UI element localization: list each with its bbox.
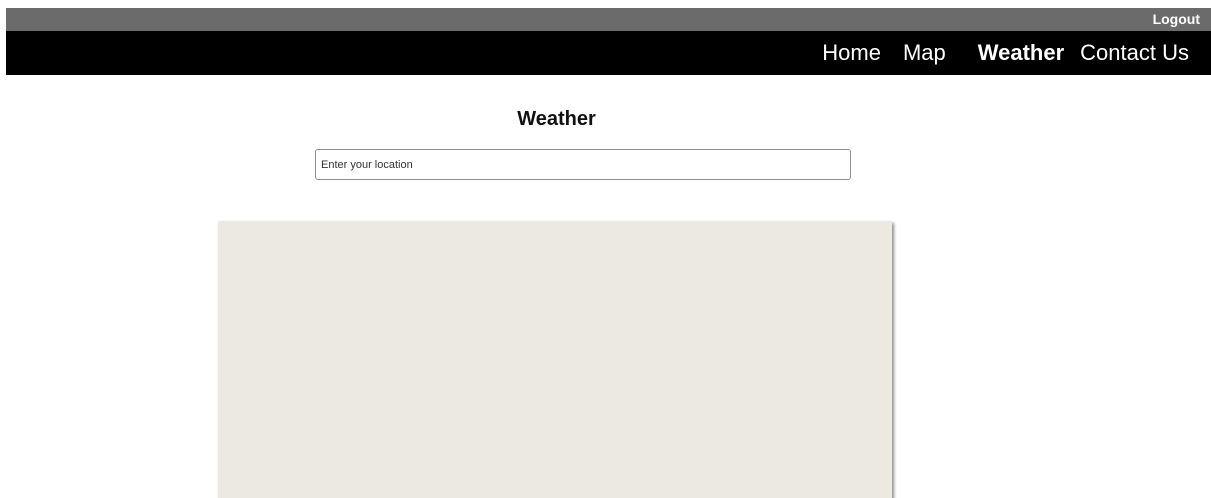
nav-home-link[interactable]: Home bbox=[822, 40, 881, 66]
logout-link[interactable]: Logout bbox=[1153, 11, 1200, 28]
top-strip: Logout bbox=[6, 8, 1211, 31]
nav-bar: Home Map Weather Contact Us bbox=[6, 31, 1211, 75]
location-search-input[interactable] bbox=[315, 149, 851, 180]
nav-contact-link[interactable]: Contact Us bbox=[1080, 40, 1189, 66]
nav-map-link[interactable]: Map bbox=[903, 40, 946, 66]
page-title: Weather bbox=[517, 108, 596, 130]
page: Logout Home Map Weather Contact Us Weath… bbox=[0, 0, 1211, 498]
nav-weather-link[interactable]: Weather bbox=[978, 40, 1064, 66]
nav-menu: Home Map Weather Contact Us bbox=[822, 31, 1189, 75]
weather-map-panel[interactable] bbox=[218, 221, 892, 498]
